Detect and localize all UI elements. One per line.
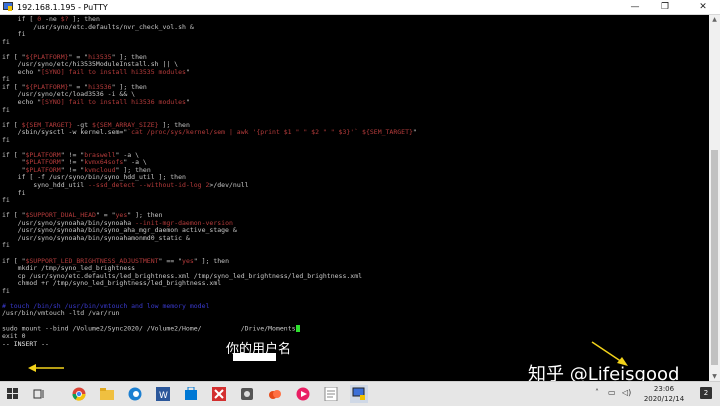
cloud-icon[interactable] xyxy=(266,385,284,403)
svg-text:W: W xyxy=(159,391,168,401)
volume-icon[interactable]: ◁) xyxy=(622,388,631,397)
word-icon[interactable]: W xyxy=(154,385,172,403)
terminal-text: `cat /proc/sys/kernel/sem | awk '{print … xyxy=(127,128,413,137)
text-cursor xyxy=(295,325,300,333)
terminal-line: fi xyxy=(2,196,417,205)
username-annotation: 你的用户名 xyxy=(226,342,292,357)
terminal-line: fi xyxy=(2,242,417,250)
task-view-icon[interactable] xyxy=(30,385,48,403)
terminal-text: " ]; then xyxy=(193,256,230,265)
terminal-text: [SYNO] fail to install hi3535 modules xyxy=(41,67,186,76)
terminal-text: --ssd_detect --without-id-log 2 xyxy=(88,181,210,190)
terminal-line: fi xyxy=(2,105,417,115)
wps-icon[interactable] xyxy=(210,385,228,403)
terminal-scrollbar[interactable]: ▲ ▼ xyxy=(709,15,720,381)
terminal-text: /usr/syno/etc.defaults/nvr_check_vol.sh … xyxy=(2,22,194,31)
terminal-line: fi xyxy=(2,37,417,47)
terminal-text: /Drive/Moments xyxy=(240,324,296,333)
windows-start-icon[interactable] xyxy=(4,385,22,403)
terminal-line: exit 0 xyxy=(2,332,417,341)
tool-icon[interactable] xyxy=(238,385,256,403)
store-icon[interactable] xyxy=(182,385,200,403)
terminal-line: fi xyxy=(2,286,417,296)
close-button[interactable]: ✕ xyxy=(690,0,716,14)
window-title-bar[interactable]: 192.168.1.195 - PuTTY — ❐ ✕ xyxy=(0,0,720,15)
scrollbar-thumb[interactable] xyxy=(711,150,718,365)
file-explorer-icon[interactable] xyxy=(98,385,116,403)
terminal-line: /usr/syno/etc.defaults/nvr_check_vol.sh … xyxy=(2,22,417,32)
terminal-text: fi xyxy=(2,105,10,114)
putty-icon xyxy=(3,2,13,12)
terminal-text: " xyxy=(185,67,190,76)
terminal-text: /usr/syno/synoaha/bin/synoahamonmd0_stat… xyxy=(2,233,190,242)
scroll-down-icon[interactable]: ▼ xyxy=(709,372,720,381)
media-icon[interactable] xyxy=(294,385,312,403)
terminal-line: echo "[SYNO] fail to install hi3535 modu… xyxy=(2,67,417,77)
clock-time: 23:06 xyxy=(653,385,675,393)
edge-icon[interactable] xyxy=(126,385,144,403)
terminal-text: yes xyxy=(182,256,194,265)
terminal-text: /usr/bin/vmtouch -ltd /var/run xyxy=(2,309,120,318)
terminal-line: fi xyxy=(2,30,417,39)
terminal-text: fi xyxy=(2,135,10,144)
tray-chevron-icon[interactable]: ˄ xyxy=(595,388,599,397)
terminal-line: syno_hdd_util --ssd_detect --without-id-… xyxy=(2,181,417,190)
notes-icon[interactable] xyxy=(322,385,340,403)
network-icon[interactable]: ▭ xyxy=(608,388,616,397)
terminal-line: /sbin/sysctl -w kernel.sem="`cat /proc/s… xyxy=(2,128,417,137)
terminal-text: " xyxy=(412,128,417,137)
terminal-line: sudo mount --bind /Volume2/Sync2020/ /Vo… xyxy=(2,325,417,333)
terminal-text: -- INSERT -- xyxy=(2,339,49,348)
terminal-line: fi xyxy=(2,135,417,145)
terminal-line: /usr/bin/vmtouch -ltd /var/run xyxy=(2,310,417,318)
clock-date: 2020/12/14 xyxy=(643,395,685,403)
terminal-line: fi xyxy=(2,189,417,198)
putty-taskbar-icon[interactable] xyxy=(350,385,368,403)
terminal-line: echo "[SYNO] fail to install hi3536 modu… xyxy=(2,98,417,107)
terminal-line: chmod +r /tmp/syno_led_brightness/led_br… xyxy=(2,279,417,288)
notification-center-icon[interactable]: 2 xyxy=(700,387,712,399)
terminal-lines: if [ 0 -ne $? ]; then /usr/syno/etc.defa… xyxy=(2,15,417,349)
minimize-button[interactable]: — xyxy=(622,0,648,14)
scroll-up-icon[interactable]: ▲ xyxy=(709,15,720,24)
terminal-line: -- INSERT -- xyxy=(2,339,417,349)
terminal-text: " == " xyxy=(158,256,183,265)
terminal-text: sudo mount --bind /Volume2/Sync2020/ /Vo… xyxy=(2,324,202,333)
terminal-line: /usr/syno/synoaha/bin/synoahamonmd0_stat… xyxy=(2,233,417,243)
terminal-text: fi xyxy=(2,241,10,250)
terminal-text: [SYNO] fail to install hi3536 modules xyxy=(41,98,186,107)
terminal-screen[interactable]: if [ 0 -ne $? ]; then /usr/syno/etc.defa… xyxy=(0,15,709,381)
terminal-text: chmod +r /tmp/syno_led_brightness/led_br… xyxy=(2,279,222,288)
terminal-text: fi xyxy=(2,286,10,295)
terminal-text: fi xyxy=(2,37,10,46)
window-title: 192.168.1.195 - PuTTY xyxy=(17,2,108,12)
taskbar-clock[interactable]: 23:06 2020/12/14 xyxy=(640,384,688,404)
chrome-icon[interactable] xyxy=(70,385,88,403)
terminal-text: /sbin/sysctl -w kernel.sem=" xyxy=(2,128,128,137)
maximize-button[interactable]: ❐ xyxy=(652,0,678,14)
windows-taskbar[interactable]: W ˄ ▭ ◁) 23:06 2020/12/14 2 xyxy=(0,381,720,406)
terminal-text: >/dev/null xyxy=(209,181,249,190)
terminal-text: fi xyxy=(2,196,10,205)
terminal-text: " xyxy=(185,98,190,107)
